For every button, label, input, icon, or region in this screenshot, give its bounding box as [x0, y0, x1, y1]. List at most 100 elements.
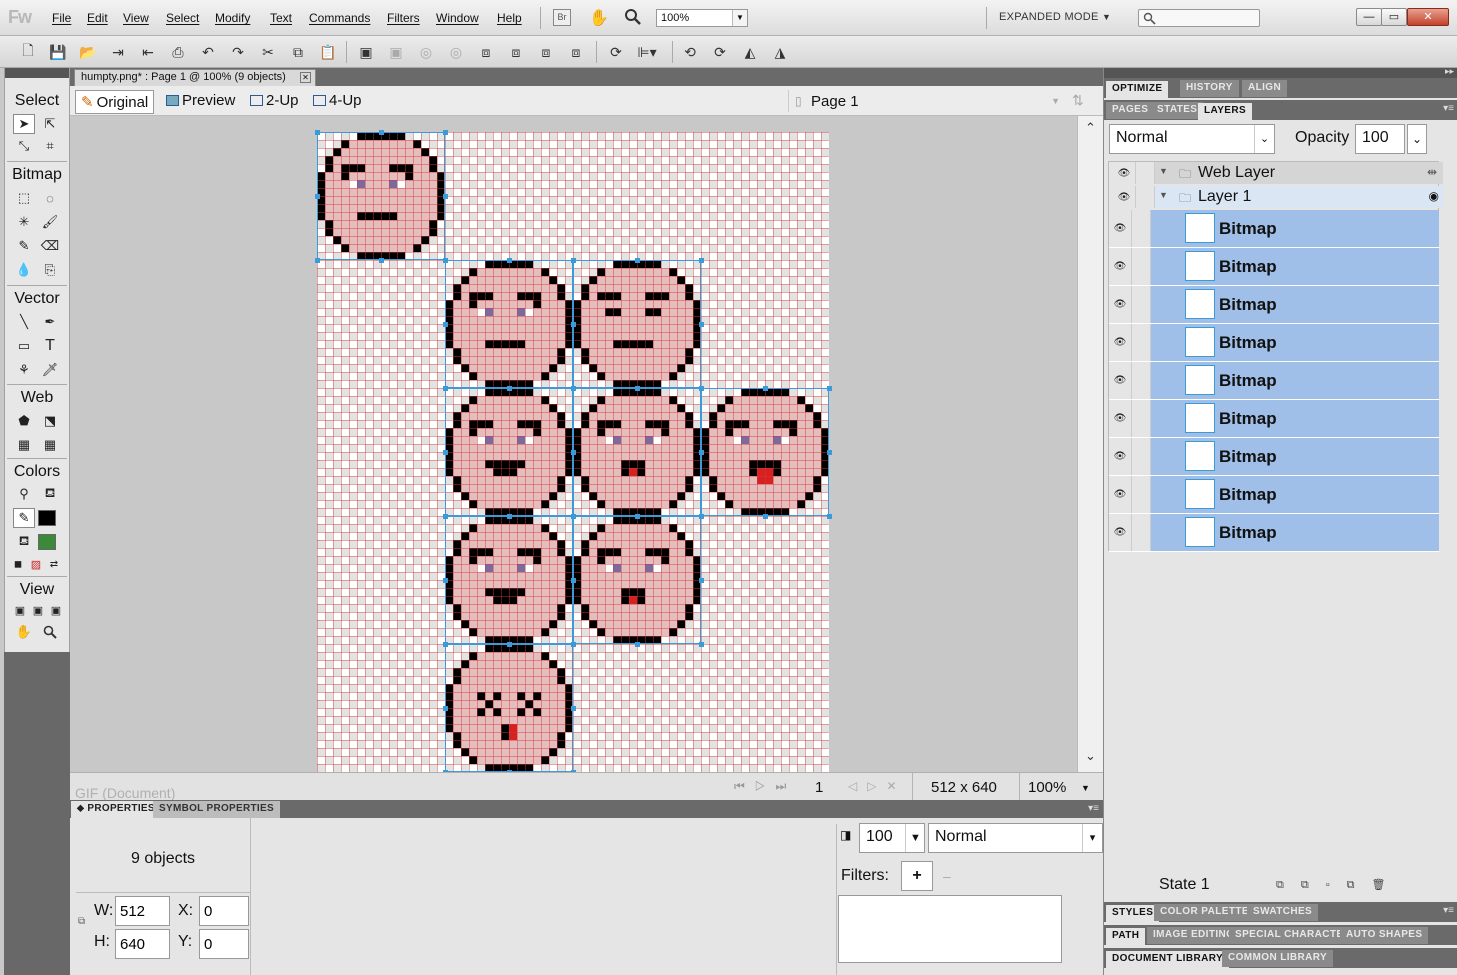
- selection-box[interactable]: [445, 388, 573, 516]
- selection-box[interactable]: [573, 516, 701, 644]
- chevron-down-icon[interactable]: ▼: [905, 824, 925, 852]
- y-field[interactable]: [199, 929, 249, 959]
- rubber-stamp-tool-icon[interactable]: ⎘: [39, 260, 61, 280]
- selection-handle[interactable]: [827, 450, 832, 455]
- fill-color-swatch[interactable]: [38, 534, 56, 550]
- scroll-up-icon[interactable]: ⌃: [1078, 120, 1103, 142]
- selection-handle[interactable]: [507, 386, 512, 391]
- maximize-button[interactable]: ▭: [1381, 8, 1407, 26]
- zoom-icon[interactable]: [624, 8, 642, 29]
- menu-edit[interactable]: Edit: [87, 11, 108, 25]
- bring-forward-icon[interactable]: ⧈: [506, 42, 526, 62]
- close-button[interactable]: ✕: [1407, 8, 1449, 26]
- tab-align[interactable]: ALIGN: [1242, 80, 1288, 97]
- hand-tool-icon[interactable]: ✋: [13, 622, 35, 642]
- eye-icon[interactable]: 👁: [1109, 248, 1131, 285]
- layer-row[interactable]: 👁 Bitmap: [1109, 324, 1439, 362]
- vertical-scrollbar[interactable]: ⌃ ⌄: [1077, 116, 1103, 772]
- tab-history[interactable]: HISTORY: [1180, 80, 1239, 97]
- layer-row[interactable]: 👁 Bitmap: [1109, 248, 1439, 286]
- panel-menu-icon[interactable]: ▾≡: [1443, 905, 1454, 916]
- brush-tool-icon[interactable]: 🖌: [39, 212, 61, 232]
- eye-icon[interactable]: 👁: [1113, 162, 1135, 184]
- tab-2up[interactable]: 2-Up: [250, 92, 299, 109]
- swap-colors-icon[interactable]: ⇄: [43, 554, 65, 574]
- selection-handle[interactable]: [315, 258, 320, 263]
- tab-4up[interactable]: 4-Up: [313, 92, 362, 109]
- selection-handle[interactable]: [443, 578, 448, 583]
- full-screen-mode-icon[interactable]: ▣: [45, 600, 67, 620]
- eyedropper-tool-icon[interactable]: ⚲: [13, 484, 35, 504]
- panel-menu-icon[interactable]: ▾≡: [1443, 103, 1454, 114]
- show-slices-icon[interactable]: ▦: [39, 435, 61, 455]
- magic-wand-tool-icon[interactable]: ✳: [13, 212, 35, 232]
- split-icon[interactable]: ◎: [446, 42, 466, 62]
- add-filter-button[interactable]: +: [901, 861, 933, 891]
- bridge-icon[interactable]: Br: [553, 9, 571, 26]
- lock-toggle[interactable]: [1131, 438, 1151, 475]
- tab-swatches[interactable]: SWATCHES: [1247, 904, 1319, 921]
- selection-handle[interactable]: [699, 258, 704, 263]
- page-selector[interactable]: ▯ Page 1 ▼: [788, 90, 1068, 112]
- tab-image-editing[interactable]: IMAGE EDITING: [1147, 927, 1241, 944]
- lock-toggle[interactable]: [1131, 362, 1151, 399]
- layer-row[interactable]: 👁 Bitmap: [1109, 362, 1439, 400]
- stroke-color-icon[interactable]: ✎: [13, 508, 35, 528]
- menu-filters[interactable]: Filters: [387, 11, 420, 25]
- layer-row[interactable]: 👁 Bitmap: [1109, 476, 1439, 514]
- selection-handle[interactable]: [507, 258, 512, 263]
- selection-handle[interactable]: [763, 514, 768, 519]
- lock-toggle[interactable]: [1131, 400, 1151, 437]
- selection-handle[interactable]: [571, 450, 576, 455]
- eraser-tool-icon[interactable]: ⌫: [39, 236, 61, 256]
- playback-controls-icon[interactable]: ⏮▷⏭: [734, 779, 796, 794]
- selection-handle[interactable]: [827, 386, 832, 391]
- selection-handle[interactable]: [699, 642, 704, 647]
- flip-horizontal-icon[interactable]: ◭: [740, 42, 760, 62]
- scroll-down-icon[interactable]: ⌄: [1078, 748, 1103, 770]
- selection-handle[interactable]: [571, 514, 576, 519]
- lock-toggle[interactable]: [1135, 186, 1155, 208]
- menu-view[interactable]: View: [123, 11, 149, 25]
- selection-handle[interactable]: [635, 514, 640, 519]
- freeform-tool-icon[interactable]: ⚘: [13, 360, 35, 380]
- tab-properties[interactable]: ⬥ PROPERTIES: [71, 801, 161, 818]
- send-backward-icon[interactable]: ⧈: [536, 42, 556, 62]
- export-icon[interactable]: ⇤: [138, 42, 158, 62]
- selection-handle[interactable]: [443, 386, 448, 391]
- bring-to-front-icon[interactable]: ⧈: [476, 42, 496, 62]
- canvas-dimensions[interactable]: 512 x 640: [931, 779, 997, 796]
- menu-help[interactable]: Help: [497, 11, 522, 25]
- page-options-icon[interactable]: ⇅: [1072, 92, 1084, 109]
- pencil-tool-icon[interactable]: ✎: [13, 236, 35, 256]
- menu-window[interactable]: Window: [436, 11, 479, 25]
- ungroup-icon[interactable]: ▣: [386, 42, 406, 62]
- selection-handle[interactable]: [315, 194, 320, 199]
- opacity-field[interactable]: 100 ▼: [859, 823, 925, 853]
- eye-icon[interactable]: 👁: [1109, 400, 1131, 437]
- drag-handle-icon[interactable]: ⇹: [1427, 165, 1437, 179]
- filters-list[interactable]: [838, 895, 1062, 963]
- selection-handle[interactable]: [443, 514, 448, 519]
- hotspot-tool-icon[interactable]: ⬟: [13, 411, 35, 431]
- selection-handle[interactable]: [443, 450, 448, 455]
- send-to-back-icon[interactable]: ⧈: [566, 42, 586, 62]
- copy-icon[interactable]: ⧉: [288, 42, 308, 62]
- eye-icon[interactable]: 👁: [1113, 186, 1135, 208]
- collapse-icon[interactable]: ▼: [1159, 190, 1168, 200]
- lock-toggle[interactable]: [1131, 514, 1151, 551]
- new-file-icon[interactable]: 🗋: [18, 42, 38, 62]
- paint-bucket-tool-icon[interactable]: ⛾: [39, 484, 61, 504]
- layer-opacity-field[interactable]: 100: [1355, 124, 1405, 154]
- eye-icon[interactable]: 👁: [1109, 210, 1131, 247]
- layer-folder-layer1[interactable]: 👁 ▼ 🗀 Layer 1 ◉: [1113, 186, 1443, 208]
- layer-folder-web[interactable]: 👁 ▼ 🗀 Web Layer ⇹: [1113, 162, 1443, 184]
- tab-auto-shapes[interactable]: AUTO SHAPES: [1340, 927, 1429, 944]
- selection-handle[interactable]: [443, 706, 448, 711]
- layer-row[interactable]: 👁 Bitmap: [1109, 400, 1439, 438]
- layer-actions-icons[interactable]: ⧉⧉▫⧉🗑: [1276, 878, 1402, 892]
- chevron-down-icon[interactable]: ⌄: [1407, 124, 1427, 154]
- workspace-switcher[interactable]: EXPANDED MODE ▼: [999, 11, 1111, 23]
- minimize-button[interactable]: —: [1356, 8, 1382, 26]
- chevron-down-icon[interactable]: ▼: [1081, 783, 1090, 793]
